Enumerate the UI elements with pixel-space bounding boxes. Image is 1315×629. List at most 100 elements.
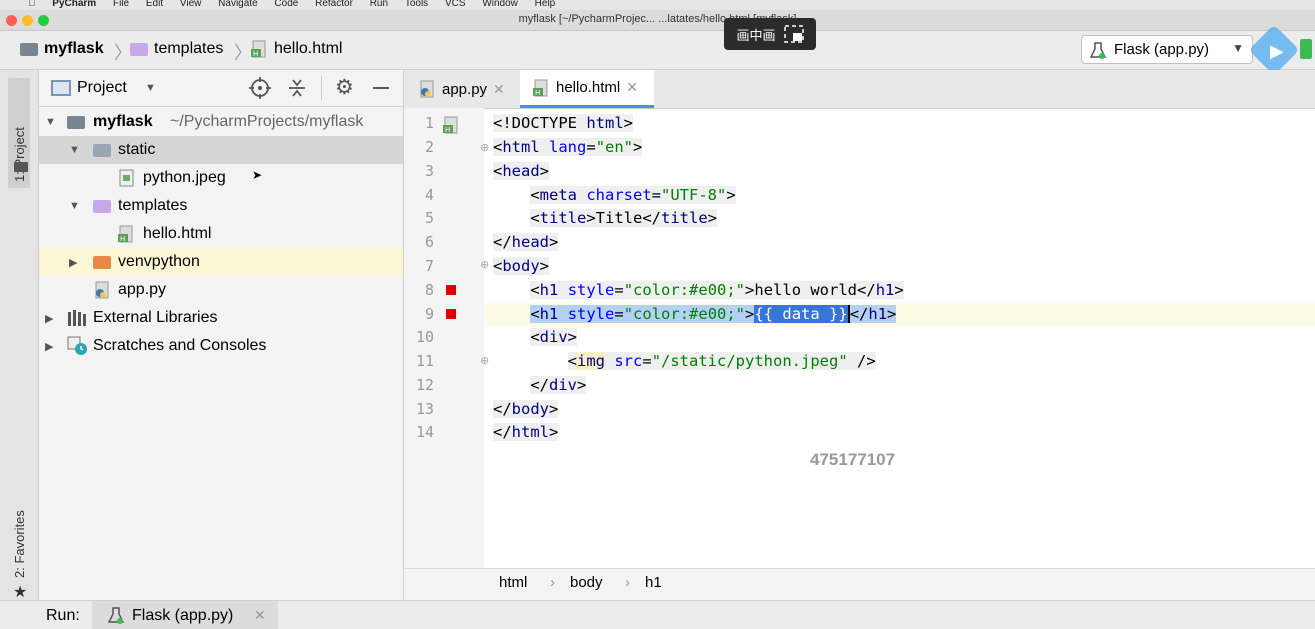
tree-item-external-libraries[interactable]: ▶ External Libraries [39,304,403,332]
fold-icon[interactable]: ⊕ [480,141,489,154]
run-configuration-dropdown[interactable]: Flask (app.py) ▼ [1081,35,1253,64]
menu-run[interactable]: Run [370,0,388,9]
line-number: 5 [424,209,434,227]
breadcrumb-myflask[interactable]: myflask [20,40,104,58]
breakpoint-icon[interactable] [446,309,456,319]
code-line[interactable]: <img src="/static/python.jpeg" /> [493,352,876,370]
scratches-icon [67,336,87,355]
tab-app-py[interactable]: app.py ✕ [418,70,505,108]
flask-icon [1089,41,1107,59]
watermark-text: 475177107 [810,450,896,469]
editor-area: app.py ✕ H hello.html ✕ 1 2 3 4 5 6 7 8 … [404,70,1315,601]
html-file-icon: H [251,40,266,58]
code-line[interactable]: <div> [493,328,578,346]
menu-file[interactable]: File [113,0,129,9]
code-line[interactable]: </html> [493,423,559,441]
code-line[interactable]: <h1 style="color:#e00;">{{ data }} </h1> [493,305,897,323]
menu-help[interactable]: Help [535,0,556,9]
menu-edit[interactable]: Edit [146,0,163,9]
chevron-down-icon[interactable]: ▼ [45,116,56,128]
collapse-all-icon[interactable] [287,77,307,99]
tab-label: app.py [442,80,488,98]
run-tab-label: Flask (app.py) [132,607,234,624]
gear-icon[interactable]: ⚙ [335,75,354,100]
navigation-bar: myflask 〉 templates 〉 H hello.html Flask… [0,24,1315,76]
tree-item-venvpython[interactable]: ▶ venvpython [39,248,403,276]
fold-icon[interactable]: ⊕ [480,354,489,367]
svg-text:H: H [445,126,450,134]
breadcrumb-h1[interactable]: h1 [645,574,662,591]
tree-item-python-jpeg[interactable]: python.jpeg ➤ [39,164,403,192]
fold-icon[interactable]: ⊕ [480,258,489,271]
menu-refactor[interactable]: Refactor [315,0,353,9]
chevron-down-icon[interactable]: ▼ [69,144,80,156]
line-number: 11 [415,352,434,370]
code-line[interactable]: <html lang="en"> [493,138,643,156]
breakpoint-icon[interactable] [446,285,456,295]
tree-item-label: venvpython [118,253,200,270]
code-line[interactable]: <meta charset="UTF-8"> [493,186,736,204]
chevron-down-icon: ▼ [1232,41,1244,55]
close-icon[interactable]: ✕ [626,79,638,96]
star-icon: ★ [13,584,28,601]
close-icon[interactable]: ✕ [493,81,505,98]
tab-hello-html[interactable]: H hello.html ✕ [520,70,654,108]
run-tab-flask[interactable]: Flask (app.py) ✕ [92,601,278,629]
breadcrumb-label: templates [154,40,224,57]
folder-icon [20,42,38,56]
favorites-tool-tab[interactable]: 2: Favorites [12,510,27,578]
menu-window[interactable]: Window [482,0,518,9]
tree-item-templates[interactable]: ▼ templates [39,192,403,220]
breadcrumb-templates[interactable]: templates [130,40,223,58]
tree-item-myflask[interactable]: ▼ myflask ~/PycharmProjects/myflask [39,108,403,136]
run-label: Run: [46,607,80,624]
tree-item-static[interactable]: ▼ static [39,136,403,164]
chevron-right-icon[interactable]: ▶ [45,312,53,325]
menu-app[interactable]: PyCharm [52,0,96,9]
line-number: 12 [415,376,434,394]
code-line[interactable]: <title>Title</title> [493,209,718,227]
code-line[interactable]: <body> [493,257,550,275]
tree-item-hello-html[interactable]: H hello.html [39,220,403,248]
breadcrumb-body[interactable]: body [570,574,603,591]
folder-icon [67,115,85,129]
folder-icon [93,199,111,213]
editor-gutter: 1 2 3 4 5 6 7 8 9 10 11 12 13 14 H ⊕ ⊕ ⊕ [404,108,514,568]
library-icon [68,310,86,326]
menu-tools[interactable]: Tools [405,0,428,9]
html-file-icon: H [118,225,133,243]
project-view-selector[interactable]: Project [77,79,127,97]
code-line[interactable]: </div> [493,376,587,394]
close-icon[interactable]: ✕ [254,607,266,624]
code-line[interactable]: <!DOCTYPE html> [493,114,633,132]
tree-item-app-py[interactable]: app.py [39,276,403,304]
menu-code[interactable]: Code [274,0,298,9]
chevron-down-icon[interactable]: ▼ [145,82,156,94]
breadcrumb-html[interactable]: html [499,574,527,591]
svg-text:H: H [120,235,125,243]
tree-item-scratches[interactable]: ▶ Scratches and Consoles [39,332,403,360]
image-file-icon [119,169,134,187]
locate-icon[interactable] [249,77,271,99]
debug-icon[interactable] [1300,39,1312,59]
menu-vcs[interactable]: VCS [445,0,466,9]
apple-icon[interactable]:  [28,0,36,9]
code-line[interactable]: <h1 style="color:#e00;">hello world</h1> [493,281,904,299]
html-file-icon[interactable]: H [442,116,460,134]
code-line[interactable]: </body> [493,400,559,418]
picture-in-picture-button[interactable]: 画中画 [724,18,816,50]
chevron-right-icon: › [550,574,555,591]
code-line[interactable]: <head> [493,162,550,180]
chevron-right-icon[interactable]: ▶ [69,256,77,269]
menu-navigate[interactable]: Navigate [218,0,257,9]
html-file-icon: H [533,79,548,97]
chevron-right-icon[interactable]: ▶ [45,340,53,353]
breadcrumb-hello-html[interactable]: H hello.html [250,40,342,58]
svg-text:H: H [535,89,540,97]
breadcrumb-label: hello.html [274,40,343,57]
code-line[interactable]: </head> [493,233,559,251]
folder-icon [93,255,111,269]
chevron-down-icon[interactable]: ▼ [69,200,80,212]
hide-panel-icon[interactable] [373,87,389,89]
menu-view[interactable]: View [180,0,202,9]
